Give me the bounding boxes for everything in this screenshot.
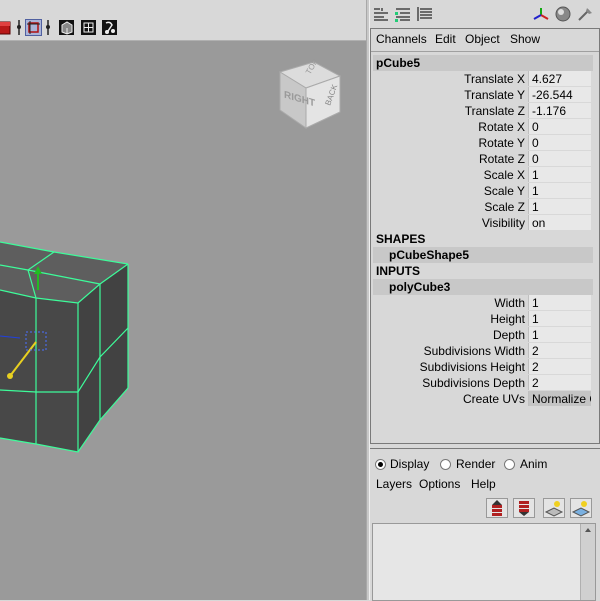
attribute-label[interactable]: Visibility (482, 215, 525, 231)
attribute-value-field[interactable]: 2 (528, 375, 591, 390)
menu-show[interactable]: Show (510, 32, 540, 46)
render-radio-label: Render (456, 457, 496, 471)
attribute-value-field[interactable]: 0 (528, 135, 591, 150)
anim-radio[interactable] (504, 459, 515, 470)
channel-box-icon[interactable] (372, 6, 390, 22)
menu-edit[interactable]: Edit (435, 32, 456, 46)
pin-icon[interactable] (576, 6, 594, 22)
attribute-value-field[interactable]: 1 (528, 327, 591, 342)
attribute-value-field[interactable]: on (528, 215, 591, 230)
attribute-row[interactable]: Rotate X0 (373, 119, 593, 135)
channel-layer-panel: Channels Edit Object Show pCube5 Transla… (370, 0, 600, 601)
attribute-row[interactable]: Scale Y1 (373, 183, 593, 199)
inputs-section-label: INPUTS (376, 264, 421, 278)
move-layer-up-icon[interactable] (486, 498, 508, 518)
attribute-row[interactable]: Visibility on (373, 215, 593, 231)
attribute-label[interactable]: Scale X (484, 167, 525, 183)
object-name[interactable]: pCube5 (373, 55, 593, 71)
attribute-label[interactable]: Translate X (464, 71, 525, 87)
attribute-label[interactable]: Subdivisions Height (420, 359, 525, 375)
attribute-row[interactable]: Depth 1 (373, 327, 593, 343)
attribute-row[interactable]: Scale Z1 (373, 199, 593, 215)
attribute-value-field[interactable]: 2 (528, 343, 591, 358)
new-layer-icon[interactable] (543, 498, 565, 518)
attribute-row[interactable]: Translate Y -26.544 (373, 87, 593, 103)
layer-list[interactable] (372, 523, 596, 601)
panel-toolbar (370, 0, 600, 28)
tool-settings-icon[interactable] (416, 6, 434, 22)
render-radio[interactable] (440, 459, 451, 470)
attribute-label[interactable]: Subdivisions Width (424, 343, 525, 359)
attribute-row[interactable]: Scale X1 (373, 167, 593, 183)
move-layer-down-icon[interactable] (513, 498, 535, 518)
channel-box-menubar: Channels Edit Object Show (371, 29, 599, 52)
attribute-label[interactable]: Subdivisions Depth (422, 375, 525, 391)
attribute-label[interactable]: Create UVs (463, 391, 525, 407)
attribute-row[interactable]: Rotate Y0 (373, 135, 593, 151)
menu-layers[interactable]: Layers (376, 477, 412, 491)
anim-radio-label: Anim (520, 457, 548, 471)
attribute-value-field[interactable]: 2 (528, 359, 591, 374)
attribute-value-field[interactable]: 0 (528, 151, 591, 166)
menu-help[interactable]: Help (471, 477, 496, 491)
attribute-row[interactable]: Height 1 (373, 311, 593, 327)
attribute-value-field[interactable]: -1.176 (528, 103, 591, 118)
attribute-label[interactable]: Scale Y (484, 183, 525, 199)
attribute-row[interactable]: Subdivisions Depth 2 (373, 375, 593, 391)
input-node-name[interactable]: polyCube3 (373, 279, 593, 295)
layer-list-scrollbar[interactable] (580, 524, 595, 600)
attribute-value-field[interactable]: 1 (528, 311, 591, 326)
attribute-label[interactable]: Translate Z (465, 103, 525, 119)
display-radio[interactable] (375, 459, 386, 470)
attribute-value-field[interactable]: 1 (528, 167, 591, 182)
menu-channels[interactable]: Channels (376, 32, 427, 46)
sphere-shade-icon[interactable] (554, 6, 572, 22)
new-layer-selected-icon[interactable] (570, 498, 592, 518)
attribute-label[interactable]: Translate Y (464, 87, 525, 103)
attribute-label[interactable]: Scale Z (484, 199, 525, 215)
attribute-value-field[interactable]: Normalize C (528, 391, 591, 406)
display-radio-label: Display (390, 457, 430, 471)
attribute-row[interactable]: Subdivisions Width 2 (373, 343, 593, 359)
3d-viewport[interactable]: TOP BACK RIGHT (0, 0, 366, 600)
attribute-label[interactable]: Rotate X (478, 119, 525, 135)
attribute-editor-icon[interactable] (394, 6, 412, 22)
attribute-row[interactable]: Subdivisions Height 2 (373, 359, 593, 375)
shapes-section-label: SHAPES (376, 232, 426, 246)
attribute-value-field[interactable]: -26.544 (528, 87, 591, 102)
attribute-label[interactable]: Depth (493, 327, 525, 343)
shape-node-name[interactable]: pCubeShape5 (373, 247, 593, 263)
attribute-value-field[interactable]: 1 (528, 295, 591, 310)
attribute-row[interactable]: Create UVsNormalize C (373, 391, 593, 407)
attribute-label[interactable]: Width (494, 295, 525, 311)
axis-icon[interactable] (532, 6, 550, 22)
attribute-row[interactable]: Rotate Z0 (373, 151, 593, 167)
attribute-row[interactable]: Width 1 (373, 295, 593, 311)
attribute-value-field[interactable]: 1 (528, 199, 591, 214)
layer-editor: Display Render Anim Layers Options Help (370, 448, 600, 601)
attribute-row[interactable]: Translate Z -1.176 (373, 103, 593, 119)
attribute-value-field[interactable]: 1 (528, 183, 591, 198)
attribute-value-field[interactable]: 0 (528, 119, 591, 134)
attribute-row[interactable]: Translate X 4.627 (373, 71, 593, 87)
attribute-value-field[interactable]: 4.627 (528, 71, 591, 86)
menu-options[interactable]: Options (419, 477, 460, 491)
polycube-mesh[interactable] (0, 0, 366, 600)
attribute-label[interactable]: Rotate Y (479, 135, 525, 151)
attribute-label[interactable]: Rotate Z (479, 151, 525, 167)
menu-object[interactable]: Object (465, 32, 500, 46)
channel-box: Channels Edit Object Show pCube5 Transla… (370, 28, 600, 444)
attribute-label[interactable]: Height (490, 311, 525, 327)
